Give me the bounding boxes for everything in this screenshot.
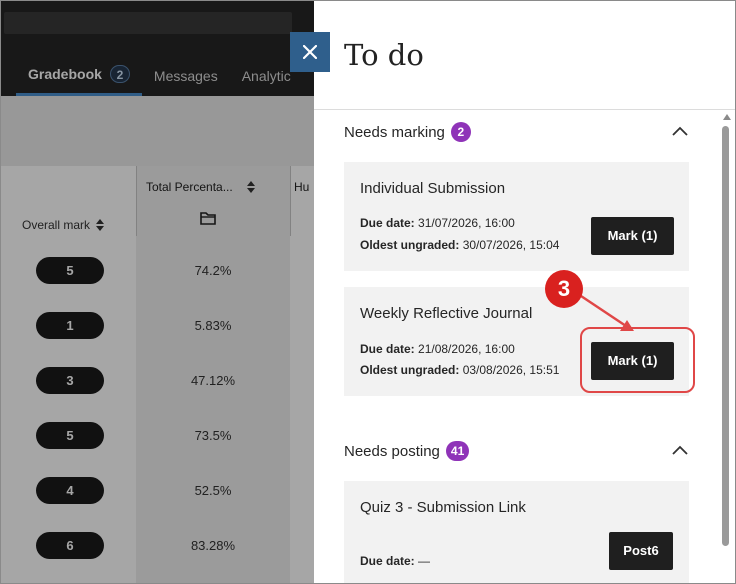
due-date-line: Due date: 31/07/2026, 16:00 [360,216,515,230]
due-date-value: — [418,554,431,568]
panel-title: To do [344,38,424,72]
needs-posting-count-badge: 41 [445,441,470,461]
due-date-label: Due date: [360,342,415,356]
chevron-up-icon[interactable] [672,445,688,455]
due-date-label: Due date: [360,554,415,568]
oldest-ungraded-value: 03/08/2026, 15:51 [462,363,560,377]
needs-posting-label: Needs posting [344,442,440,460]
oldest-ungraded-line: Oldest ungraded: 30/07/2026, 15:04 [360,238,559,252]
due-date-value: 21/08/2026, 16:00 [418,342,515,356]
item-title: Weekly Reflective Journal [360,305,533,322]
panel-scrollbar[interactable] [720,112,732,584]
todo-item-card: Individual Submission Due date: 31/07/20… [344,162,689,271]
close-panel-button[interactable] [290,32,330,72]
highlight-box [580,327,695,393]
oldest-ungraded-label: Oldest ungraded: [360,238,460,252]
due-date-line: Due date: 21/08/2026, 16:00 [360,342,515,356]
close-icon [303,45,317,59]
modal-backdrop[interactable] [0,0,314,584]
scroll-up-arrow-icon[interactable] [723,114,731,120]
needs-marking-heading: Needs marking 2 [344,122,471,142]
oldest-ungraded-label: Oldest ungraded: [360,363,460,377]
due-date-label: Due date: [360,216,415,230]
post-button[interactable]: Post6 [609,532,673,570]
panel-header: To do [314,0,736,110]
oldest-ungraded-line: Oldest ungraded: 03/08/2026, 15:51 [360,363,559,377]
due-date-value: 31/07/2026, 16:00 [418,216,515,230]
oldest-ungraded-value: 30/07/2026, 15:04 [462,238,560,252]
item-title: Individual Submission [360,180,506,197]
scroll-thumb[interactable] [722,126,729,546]
due-date-line: Due date: — [360,554,430,568]
mark-button[interactable]: Mark (1) [591,217,674,255]
todo-item-card: Quiz 3 - Submission Link Due date: — Pos… [344,481,689,584]
needs-marking-label: Needs marking [344,123,445,141]
chevron-up-icon[interactable] [672,126,688,136]
step-number-badge: 3 [545,270,583,308]
item-title: Quiz 3 - Submission Link [360,499,526,516]
needs-marking-count-badge: 2 [450,122,471,142]
gradebook-background: Gradebook 2 Messages Analytic Overall ma… [0,0,314,584]
todo-panel: To do Needs marking 2 Individual Submiss… [314,0,736,584]
needs-posting-heading: Needs posting 41 [344,441,470,461]
